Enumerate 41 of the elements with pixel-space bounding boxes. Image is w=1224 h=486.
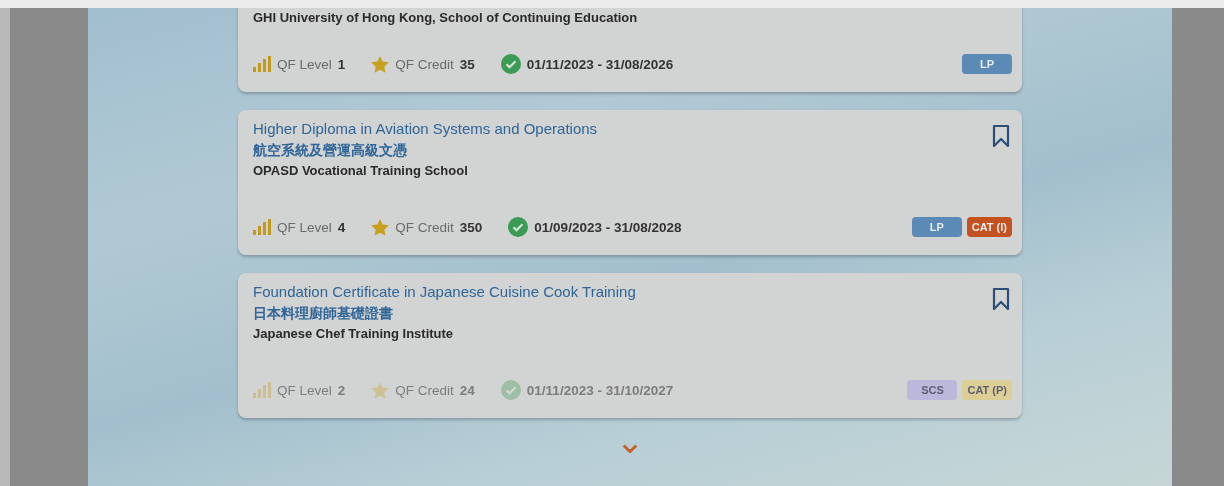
course-card[interactable]: GHI University of Hong Kong, School of Continuing Education QF Level 1 QF Credit 35 01/11/2023 - 31/08/2026 LP (238, 8, 1022, 92)
provider-name: OPASD Vocational Training School (253, 162, 469, 180)
check-circle-icon (508, 217, 529, 237)
qf-credit-value: 35 (459, 56, 475, 72)
star-icon (371, 218, 390, 236)
qf-level-value: 1 (337, 56, 346, 72)
bookmark-icon[interactable] (992, 287, 1010, 311)
signal-bars-icon (253, 382, 271, 398)
provider-name: Japanese Chef Training Institute (253, 325, 455, 343)
signal-bars-icon (253, 56, 271, 72)
qf-level-label: QF Level (277, 219, 332, 235)
qf-level-value: 4 (337, 219, 346, 235)
qf-level-value: 2 (337, 382, 346, 398)
qf-credit-value: 350 (459, 219, 483, 235)
bookmark-icon[interactable] (992, 124, 1010, 148)
course-title[interactable]: Foundation Certificate in Japanese Cuisine Cook Training (253, 283, 636, 301)
check-circle-icon (500, 54, 521, 74)
check-circle-icon (500, 380, 521, 400)
course-title[interactable]: Higher Diploma in Aviation Systems and Operations (253, 120, 598, 138)
course-tag: CAT (P) (962, 380, 1012, 400)
signal-bars-icon (253, 219, 271, 235)
qf-credit-value: 24 (459, 382, 475, 398)
qf-credit-label: QF Credit (395, 382, 454, 398)
course-tag: LP (911, 217, 962, 237)
date-range: 01/09/2023 - 31/08/2028 (534, 219, 682, 235)
qf-level-label: QF Level (277, 56, 332, 72)
course-title-chinese: 日本料理廚師基礎證書 (253, 304, 394, 322)
course-tag: CAT (I) (966, 217, 1012, 237)
course-tag: LP (962, 54, 1012, 74)
star-icon (371, 381, 390, 399)
qf-credit-label: QF Credit (395, 56, 454, 72)
qf-level-label: QF Level (277, 382, 332, 398)
provider-name: GHI University of Hong Kong, School of Continuing Education (253, 9, 638, 27)
star-icon (371, 55, 390, 73)
qf-credit-label: QF Credit (395, 219, 454, 235)
course-tag: SCS (907, 380, 958, 400)
date-range: 01/11/2023 - 31/08/2026 (526, 56, 674, 72)
course-title-chinese: 航空系統及營運高級文憑 (253, 141, 408, 159)
date-range: 01/11/2023 - 31/10/2027 (526, 382, 674, 398)
course-card[interactable]: Foundation Certificate in Japanese Cuisine Cook Training 日本料理廚師基礎證書 Japanese Chef Training Institute QF Level 2 QF Credit 24 01/11/2023 - 31/10/2027 SCS CAT (P) (238, 273, 1022, 418)
course-card[interactable]: Higher Diploma in Aviation Systems and Operations 航空系統及營運高級文憑 OPASD Vocational Training School QF Level 4 QF Credit 350 01/09/2023 - 31/08/2028 LP CAT (I) (238, 110, 1022, 255)
